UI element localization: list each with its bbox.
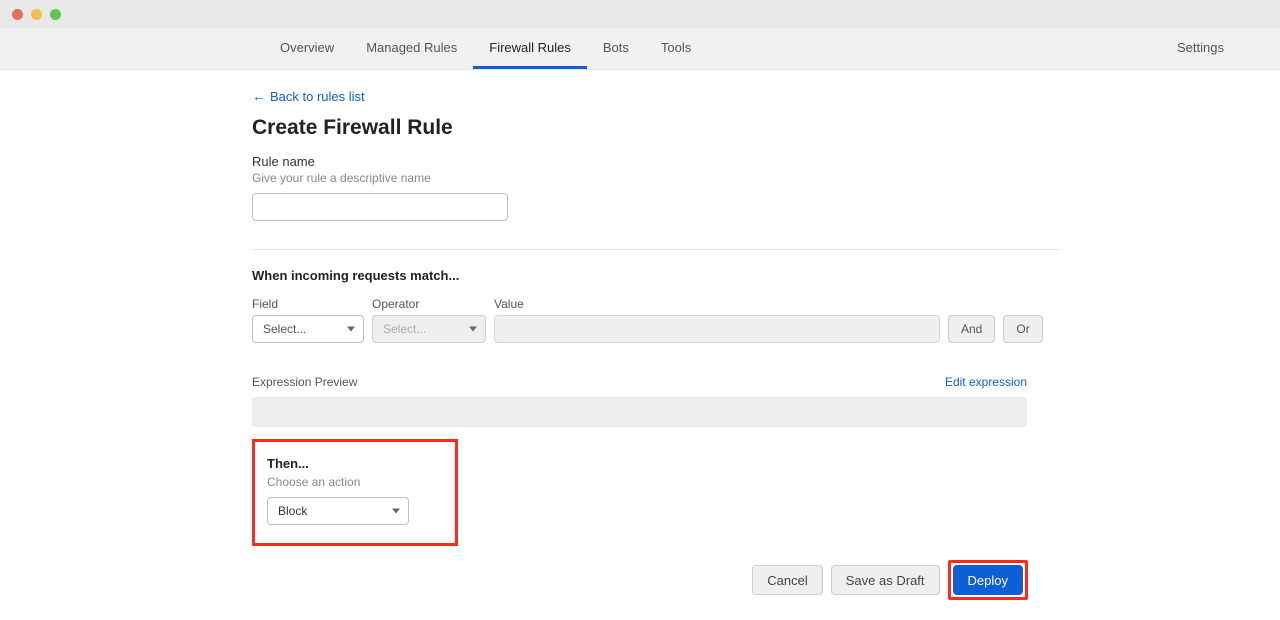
window-minimize-icon[interactable] [31,9,42,20]
operator-column-label: Operator [372,297,486,311]
then-section-highlight: Then... Choose an action Block [252,439,458,546]
operator-select: Select... [372,315,486,343]
back-link-text: Back to rules list [270,89,365,104]
field-select-value: Select... [263,322,306,336]
then-heading: Then... [267,456,443,471]
expression-preview-label: Expression Preview [252,375,357,389]
edit-expression-link[interactable]: Edit expression [945,375,1027,389]
operator-select-value: Select... [383,322,426,336]
action-select[interactable]: Block [267,497,409,525]
window-close-icon[interactable] [12,9,23,20]
window-titlebar [0,0,1280,28]
action-select-value: Block [278,504,307,518]
tab-overview[interactable]: Overview [264,28,350,69]
field-column-label: Field [252,297,364,311]
tab-tools[interactable]: Tools [645,28,707,69]
section-divider [252,249,1060,250]
match-heading: When incoming requests match... [252,268,1060,283]
tab-managed-rules[interactable]: Managed Rules [350,28,473,69]
and-button[interactable]: And [948,315,995,343]
cancel-button[interactable]: Cancel [752,565,822,595]
expression-preview-box [252,397,1027,427]
rule-name-label: Rule name [252,154,1060,169]
back-to-rules-link[interactable]: ← Back to rules list [252,88,365,104]
or-button[interactable]: Or [1003,315,1042,343]
window-maximize-icon[interactable] [50,9,61,20]
deploy-highlight: Deploy [948,560,1028,600]
arrow-left-icon: ← [252,88,266,104]
tab-bar: Overview Managed Rules Firewall Rules Bo… [0,28,1280,70]
field-select[interactable]: Select... [252,315,364,343]
tab-firewall-rules[interactable]: Firewall Rules [473,28,587,69]
value-input [494,315,940,343]
rule-name-input[interactable] [252,193,508,221]
value-column-label: Value [494,297,940,311]
page-title: Create Firewall Rule [252,116,1060,140]
save-draft-button[interactable]: Save as Draft [831,565,940,595]
deploy-button[interactable]: Deploy [953,565,1023,595]
rule-name-hint: Give your rule a descriptive name [252,171,1060,185]
tab-settings[interactable]: Settings [1161,28,1240,69]
tab-bots[interactable]: Bots [587,28,645,69]
then-hint: Choose an action [267,475,443,489]
